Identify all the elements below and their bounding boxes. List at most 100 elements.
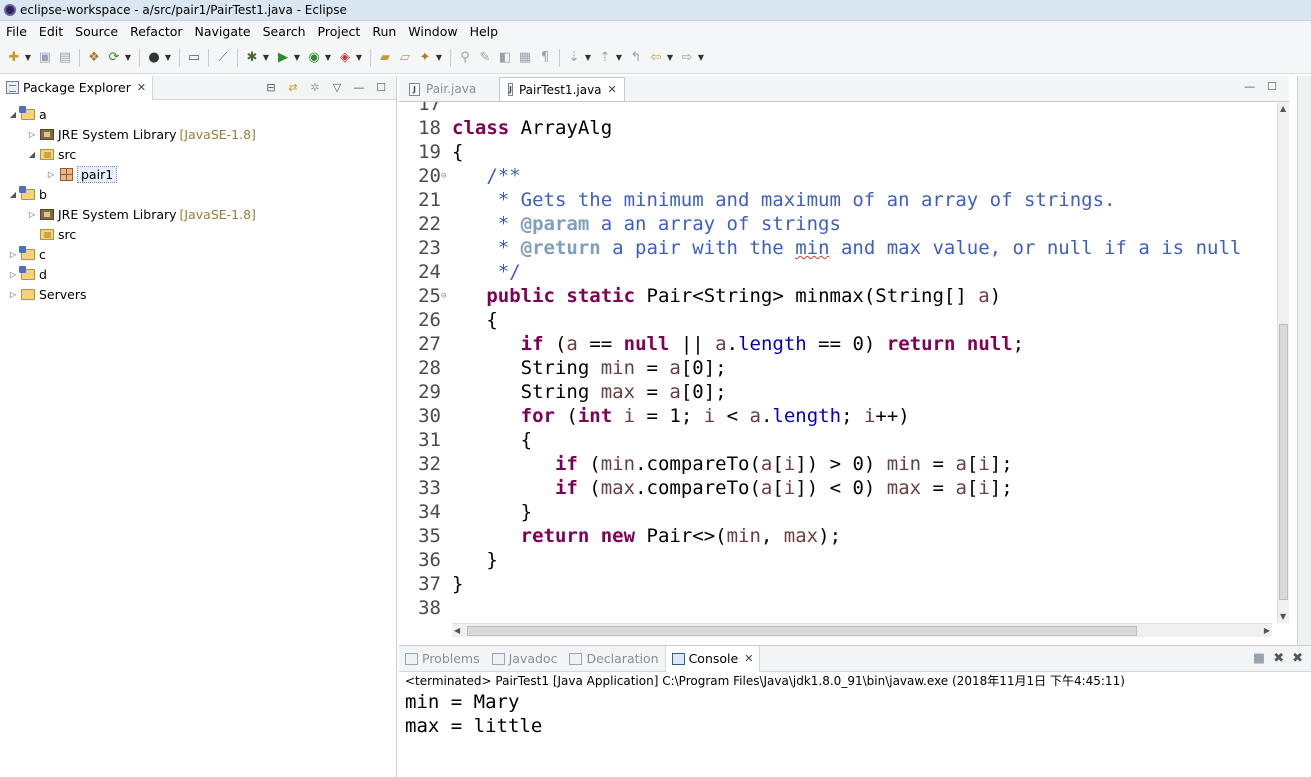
console-output[interactable]: min = Mary max = little <box>399 690 1311 738</box>
debug-dropdown-icon[interactable]: ▼ <box>262 50 270 66</box>
code-line[interactable]: 27 if (a == null || a.length == 0) retur… <box>399 332 1277 356</box>
tab-problems[interactable]: Problems <box>399 646 486 672</box>
code-line[interactable]: 23 * @return a pair with the min and max… <box>399 236 1277 260</box>
link-with-editor-icon[interactable]: ⇄ <box>286 80 300 94</box>
expanded-arrow-icon[interactable]: ◢ <box>27 150 37 159</box>
scroll-down-icon[interactable]: ▼ <box>1280 612 1286 621</box>
scroll-left-icon[interactable]: ◀ <box>454 626 460 635</box>
collapsed-arrow-icon[interactable]: ▷ <box>27 130 37 139</box>
menu-file[interactable]: File <box>0 24 33 39</box>
tab-package-explorer[interactable]: Package Explorer ✕ <box>0 75 154 100</box>
collapsed-arrow-icon[interactable]: ▷ <box>8 270 18 279</box>
code-line[interactable]: 36 } <box>399 548 1277 572</box>
next-annotation-dropdown-icon[interactable]: ▼ <box>584 50 592 66</box>
show-whitespace-icon[interactable]: ¶ <box>537 50 553 66</box>
tree-item[interactable]: src <box>0 224 396 244</box>
tree-item[interactable]: ▷ JRE System Library [JavaSE-1.8] <box>0 124 396 144</box>
block-select-icon[interactable]: ▦ <box>517 50 533 66</box>
code-line[interactable]: 30 for (int i = 1; i < a.length; i++) <box>399 404 1277 428</box>
menu-run[interactable]: Run <box>366 24 402 39</box>
code-line[interactable]: 18 class ArrayAlg <box>399 116 1277 140</box>
external-tools-icon[interactable]: ◈ <box>337 50 353 66</box>
minimize-icon[interactable]: — <box>1244 80 1255 93</box>
close-icon[interactable]: ✕ <box>137 81 146 94</box>
close-icon[interactable]: ✕ <box>608 83 617 96</box>
code-line[interactable]: 37} <box>399 572 1277 596</box>
menu-search[interactable]: Search <box>257 24 312 39</box>
profile-icon[interactable]: ● <box>146 50 162 66</box>
new-dropdown-icon[interactable]: ▼ <box>24 50 32 66</box>
tab-javadoc[interactable]: Javadoc <box>486 646 564 672</box>
tree-item[interactable]: ▷ c <box>0 244 396 264</box>
forward-dropdown-icon[interactable]: ▼ <box>697 50 705 66</box>
expanded-arrow-icon[interactable]: ◢ <box>8 190 18 199</box>
code-line[interactable]: 38 <box>399 596 1277 620</box>
back-icon[interactable]: ⇦ <box>648 50 664 66</box>
run-icon[interactable]: ▶ <box>275 50 291 66</box>
debug-icon[interactable]: ✱ <box>244 50 260 66</box>
collapsed-arrow-icon[interactable]: ▷ <box>8 250 18 259</box>
save-all-icon[interactable]: ▤ <box>57 50 73 66</box>
collapsed-arrow-icon[interactable]: ▷ <box>46 170 56 179</box>
code-line[interactable]: 25 ⊖ public static Pair<String> minmax(St… <box>399 284 1277 308</box>
code-line[interactable]: 24 */ <box>399 260 1277 284</box>
prev-annotation-icon[interactable]: ⇡ <box>597 50 613 66</box>
menu-project[interactable]: Project <box>312 24 367 39</box>
code-line[interactable]: 31 { <box>399 428 1277 452</box>
fold-collapse-icon[interactable]: ⊖ <box>441 284 446 308</box>
last-edit-icon[interactable]: ↰ <box>628 50 644 66</box>
collapsed-arrow-icon[interactable]: ▷ <box>27 210 37 219</box>
focus-icon[interactable]: ✲ <box>308 80 322 94</box>
wand-dropdown-icon[interactable]: ▼ <box>435 50 443 66</box>
menu-edit[interactable]: Edit <box>33 24 69 39</box>
tab-pairtest1-java[interactable]: J PairTest1.java ✕ <box>499 77 625 101</box>
code-line[interactable]: 35 return new Pair<>(min, max); <box>399 524 1277 548</box>
search-icon[interactable]: ⚲ <box>457 50 473 66</box>
scrollbar-thumb[interactable] <box>1279 324 1288 600</box>
code-line[interactable]: 17 <box>399 102 1277 116</box>
coverage-icon[interactable]: ◉ <box>306 50 322 66</box>
tree-item[interactable]: ◢ a <box>0 104 396 124</box>
menu-refactor[interactable]: Refactor <box>124 24 188 39</box>
code-editor[interactable]: 17 18 class ArrayAlg 19{20 ⊖ /** 21 * Gets th… <box>399 102 1277 623</box>
tree-item[interactable]: ▷ d <box>0 264 396 284</box>
menu-window[interactable]: Window <box>402 24 463 39</box>
scroll-right-icon[interactable]: ▶ <box>1264 626 1270 635</box>
console-icon[interactable]: ▭ <box>186 50 202 66</box>
tree-item[interactable]: ▷ Servers <box>0 284 396 304</box>
view-menu-icon[interactable]: ▽ <box>330 80 344 94</box>
tree-item[interactable]: ◢ b <box>0 184 396 204</box>
editor-vertical-scrollbar[interactable]: ▲ ▼ <box>1277 102 1289 623</box>
skip-breakpoints-icon[interactable]: ⟋ <box>215 50 231 66</box>
save-icon[interactable]: ▣ <box>37 50 53 66</box>
remove-all-launches-icon[interactable]: ✖ <box>1292 651 1303 666</box>
fold-collapse-icon[interactable]: ⊖ <box>441 164 446 188</box>
tab-console[interactable]: Console ✕ <box>664 645 761 672</box>
code-line[interactable]: 20 ⊖ /** <box>399 164 1277 188</box>
coverage-dropdown-icon[interactable]: ▼ <box>324 50 332 66</box>
wand-icon[interactable]: ✦ <box>417 50 433 66</box>
scrollbar-thumb[interactable] <box>467 626 1137 636</box>
menu-source[interactable]: Source <box>69 24 124 39</box>
remove-launch-icon[interactable]: ✖ <box>1273 651 1284 666</box>
back-dropdown-icon[interactable]: ▼ <box>666 50 674 66</box>
maximize-icon[interactable]: ☐ <box>374 80 388 94</box>
open-folder-icon[interactable]: ▱ <box>397 50 413 66</box>
toggle-mark-icon[interactable]: ◧ <box>497 50 513 66</box>
editor-horizontal-scrollbar[interactable]: ◀ ▶ <box>452 623 1272 637</box>
code-line[interactable]: 29 String max = a[0]; <box>399 380 1277 404</box>
code-line[interactable]: 33 if (max.compareTo(a[i]) < 0) max = a[… <box>399 476 1277 500</box>
new-icon[interactable]: ✚ <box>6 50 22 66</box>
collapsed-arrow-icon[interactable]: ▷ <box>8 290 18 299</box>
tree-item[interactable]: ▷ pair1 <box>0 164 396 184</box>
open-type-icon[interactable]: ❖ <box>86 50 102 66</box>
code-line[interactable]: 19 { <box>399 140 1277 164</box>
refresh-icon[interactable]: ⟳ <box>106 50 122 66</box>
code-line[interactable]: 32 if (min.compareTo(a[i]) > 0) min = a[… <box>399 452 1277 476</box>
new-java-project-icon[interactable]: ▰ <box>377 50 393 66</box>
next-annotation-icon[interactable]: ⇣ <box>566 50 582 66</box>
code-line[interactable]: 26 { <box>399 308 1277 332</box>
profile-dropdown-icon[interactable]: ▼ <box>164 50 172 66</box>
scroll-up-icon[interactable]: ▲ <box>1280 104 1286 113</box>
tree-item[interactable]: ▷ JRE System Library [JavaSE-1.8] <box>0 204 396 224</box>
